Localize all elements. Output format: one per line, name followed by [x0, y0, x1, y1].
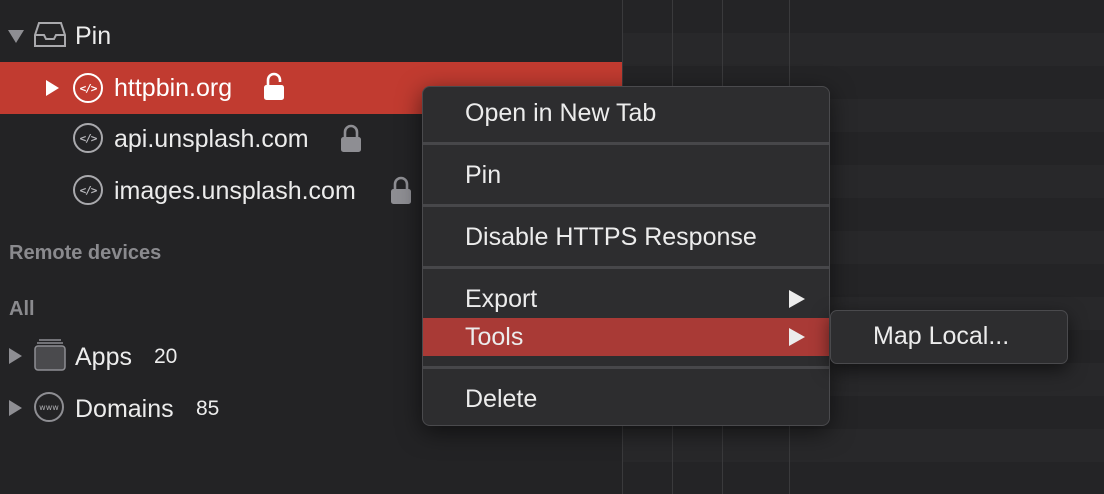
- lock-icon: [390, 176, 412, 211]
- menu-separator: [423, 204, 829, 207]
- code-icon: </>: [73, 123, 103, 153]
- disclosure-collapsed-icon[interactable]: [9, 348, 22, 364]
- sidebar-item-label: Domains: [75, 395, 174, 423]
- disclosure-collapsed-icon[interactable]: [46, 80, 59, 96]
- menu-item-label: Tools: [465, 322, 524, 351]
- menu-item-label: Export: [465, 284, 538, 313]
- table-row-stripe: [622, 33, 1104, 66]
- submenu-arrow-icon: [789, 290, 805, 308]
- menu-item-label: Disable HTTPS Response: [465, 222, 757, 251]
- sidebar-item-pin[interactable]: Pin: [0, 10, 622, 62]
- sidebar-item-label: images.unsplash.com: [114, 177, 356, 205]
- menu-item-delete[interactable]: Delete: [423, 380, 829, 418]
- submenu-arrow-icon: [789, 328, 805, 346]
- globe-icon-text: www: [39, 402, 59, 412]
- apps-count: 20: [154, 345, 178, 368]
- menu-item-export[interactable]: Export: [423, 280, 829, 318]
- menu-item-open-in-new-tab[interactable]: Open in New Tab: [423, 94, 829, 132]
- menu-item-label: Pin: [465, 160, 502, 189]
- menu-item-tools[interactable]: Tools: [423, 318, 829, 356]
- menu-item-disable-https-response[interactable]: Disable HTTPS Response: [423, 218, 829, 256]
- code-icon: </>: [73, 73, 103, 103]
- tools-submenu: Map Local...: [830, 310, 1068, 364]
- menu-item-label: Open in New Tab: [465, 98, 657, 127]
- menu-item-pin[interactable]: Pin: [423, 156, 829, 194]
- table-row-stripe: [622, 429, 1104, 462]
- menu-item-label: Delete: [465, 384, 538, 413]
- sidebar-item-label: Apps: [75, 343, 132, 371]
- menu-separator: [423, 142, 829, 145]
- domains-count: 85: [196, 397, 220, 420]
- unlocked-icon: [262, 72, 286, 107]
- sidebar-item-label: Pin: [75, 22, 112, 50]
- menu-separator: [423, 266, 829, 269]
- tray-icon: [33, 21, 67, 54]
- apps-stack-icon: [33, 338, 67, 377]
- context-menu: Open in New Tab Pin Disable HTTPS Respon…: [422, 86, 830, 426]
- all-header: All: [9, 298, 35, 320]
- menu-item-map-local[interactable]: Map Local...: [873, 322, 1009, 351]
- remote-devices-header: Remote devices: [9, 242, 162, 264]
- sidebar-item-label: api.unsplash.com: [114, 125, 309, 153]
- menu-separator: [423, 366, 829, 369]
- disclosure-collapsed-icon[interactable]: [9, 400, 22, 416]
- globe-icon: www: [34, 392, 64, 422]
- sidebar-item-label: httpbin.org: [114, 74, 233, 102]
- code-icon: </>: [73, 175, 103, 205]
- lock-icon: [340, 124, 362, 159]
- disclosure-expanded-icon[interactable]: [8, 30, 24, 43]
